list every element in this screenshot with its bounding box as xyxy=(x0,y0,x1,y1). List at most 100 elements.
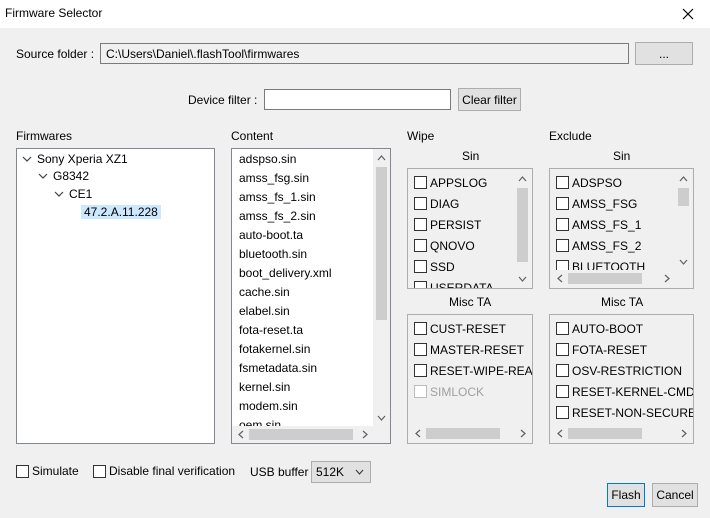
list-item[interactable]: auto-boot.ta xyxy=(239,226,303,245)
list-item[interactable]: elabel.sin xyxy=(239,302,290,321)
scroll-left-icon[interactable] xyxy=(551,270,568,287)
list-item[interactable]: fsmetadata.sin xyxy=(239,359,317,378)
device-filter-input[interactable] xyxy=(264,89,451,110)
checkbox[interactable] xyxy=(556,218,569,231)
scroll-up-icon[interactable] xyxy=(514,170,531,187)
checkbox[interactable] xyxy=(414,281,427,288)
list-item[interactable]: modem.sin xyxy=(239,397,298,416)
checkbox[interactable] xyxy=(556,322,569,335)
checkbox[interactable] xyxy=(414,343,427,356)
list-item[interactable]: amss_fs_2.sin xyxy=(239,207,316,226)
tree-node-model[interactable]: G8342 xyxy=(38,167,89,185)
exclude-misc-item[interactable]: RESET-NON-SECURE-ADB xyxy=(556,402,693,423)
simulate-option[interactable]: Simulate xyxy=(16,464,79,478)
scroll-thumb[interactable] xyxy=(678,188,689,206)
scroll-up-icon[interactable] xyxy=(675,170,692,187)
checkbox[interactable] xyxy=(556,239,569,252)
exclude-misc-list[interactable]: AUTO-BOOT FOTA-RESET OSV-RESTRICTION RES… xyxy=(549,314,694,444)
wipe-sin-item[interactable]: USERDATA xyxy=(414,277,494,288)
checkbox[interactable] xyxy=(414,364,427,377)
content-vertical-scrollbar[interactable] xyxy=(373,149,390,426)
checkbox[interactable] xyxy=(414,239,427,252)
wipe-misc-scrollbar[interactable] xyxy=(409,425,531,442)
wipe-sin-item[interactable]: DIAG xyxy=(414,193,459,214)
exclude-sin-item[interactable]: AMSS_FSG xyxy=(556,193,637,214)
scroll-down-icon[interactable] xyxy=(514,270,531,287)
scroll-thumb[interactable] xyxy=(517,188,528,262)
wipe-sin-list[interactable]: APPSLOG DIAG PERSIST QNOVO SSD USERDATA xyxy=(407,168,533,289)
scroll-up-icon[interactable] xyxy=(373,149,390,166)
scroll-thumb[interactable] xyxy=(568,428,642,439)
checkbox[interactable] xyxy=(556,176,569,189)
close-button[interactable] xyxy=(666,0,710,28)
exclude-misc-scrollbar[interactable] xyxy=(551,425,692,442)
checkbox[interactable] xyxy=(414,176,427,189)
list-item[interactable]: bluetooth.sin xyxy=(239,245,307,264)
checkbox[interactable] xyxy=(414,260,427,273)
checkbox[interactable] xyxy=(556,385,569,398)
exclude-sin-item[interactable]: AMSS_FS_2 xyxy=(556,235,641,256)
exclude-sin-item[interactable]: ADSPSO xyxy=(556,172,622,193)
wipe-sin-item[interactable]: QNOVO xyxy=(414,235,475,256)
scroll-left-icon[interactable] xyxy=(409,425,426,442)
scroll-right-icon[interactable] xyxy=(675,425,692,442)
checkbox[interactable] xyxy=(556,197,569,210)
list-item[interactable]: boot_delivery.xml xyxy=(239,264,331,283)
exclude-misc-item[interactable]: AUTO-BOOT xyxy=(556,318,643,339)
tree-node-device[interactable]: Sony Xperia XZ1 xyxy=(22,150,128,168)
list-item[interactable]: cache.sin xyxy=(239,283,290,302)
checkbox[interactable] xyxy=(414,197,427,210)
wipe-misc-item[interactable]: MASTER-RESET xyxy=(414,339,524,360)
checkbox[interactable] xyxy=(414,218,427,231)
scroll-down-icon[interactable] xyxy=(373,409,390,426)
disable-verification-checkbox[interactable] xyxy=(93,464,106,478)
chevron-down-icon[interactable] xyxy=(22,154,32,164)
exclude-sin-horizontal-scrollbar[interactable] xyxy=(551,270,675,287)
checkbox[interactable] xyxy=(414,322,427,335)
source-folder-path[interactable]: C:\Users\Daniel\.flashTool\firmwares xyxy=(100,43,629,64)
list-item[interactable]: fota-reset.ta xyxy=(239,321,303,340)
list-item[interactable]: fotakernel.sin xyxy=(239,340,310,359)
usb-buffer-select[interactable]: 512K xyxy=(311,461,371,483)
list-item[interactable]: amss_fsg.sin xyxy=(239,169,309,188)
cancel-button[interactable]: Cancel xyxy=(652,483,698,507)
scroll-thumb[interactable] xyxy=(376,167,387,320)
exclude-misc-item[interactable]: OSV-RESTRICTION xyxy=(556,360,682,381)
wipe-misc-list[interactable]: CUST-RESET MASTER-RESET RESET-WIPE-REASO… xyxy=(407,314,533,444)
chevron-down-icon[interactable] xyxy=(38,171,48,181)
list-item[interactable]: amss_fs_1.sin xyxy=(239,188,316,207)
wipe-sin-scrollbar[interactable] xyxy=(514,170,531,287)
exclude-sin-list[interactable]: ADSPSO AMSS_FSG AMSS_FS_1 AMSS_FS_2 BLUE… xyxy=(549,168,694,289)
scroll-thumb[interactable] xyxy=(249,429,353,440)
simulate-checkbox[interactable] xyxy=(16,464,29,478)
exclude-misc-item[interactable]: FOTA-RESET xyxy=(556,339,647,360)
wipe-sin-item[interactable]: SSD xyxy=(414,256,455,277)
wipe-sin-item[interactable]: PERSIST xyxy=(414,214,481,235)
scroll-thumb[interactable] xyxy=(426,428,500,439)
wipe-misc-item[interactable]: CUST-RESET xyxy=(414,318,506,339)
exclude-sin-vertical-scrollbar[interactable] xyxy=(675,170,692,270)
wipe-sin-item[interactable]: APPSLOG xyxy=(414,172,487,193)
scroll-right-icon[interactable] xyxy=(356,426,373,443)
list-item[interactable]: adspso.sin xyxy=(239,150,296,169)
tree-node-version[interactable]: 47.2.A.11.228 xyxy=(81,203,161,221)
wipe-misc-item[interactable]: RESET-WIPE-REASON xyxy=(414,360,532,381)
browse-button[interactable]: ... xyxy=(635,42,693,65)
clear-filter-button[interactable]: Clear filter xyxy=(458,88,521,111)
content-list[interactable]: adspso.sin amss_fsg.sin amss_fs_1.sin am… xyxy=(231,148,391,444)
scroll-down-icon[interactable] xyxy=(675,253,692,270)
flash-button[interactable]: Flash xyxy=(607,483,645,507)
checkbox[interactable] xyxy=(556,343,569,356)
checkbox[interactable] xyxy=(556,364,569,377)
scroll-left-icon[interactable] xyxy=(551,425,568,442)
exclude-misc-item[interactable]: RESET-KERNEL-CMD-DEBUG xyxy=(556,381,693,402)
scroll-thumb[interactable] xyxy=(568,273,642,284)
scroll-left-icon[interactable] xyxy=(232,426,249,443)
firmwares-tree[interactable]: Sony Xperia XZ1 G8342 CE1 47.2.A.11.228 xyxy=(16,148,215,444)
scroll-right-icon[interactable] xyxy=(658,270,675,287)
exclude-sin-item[interactable]: AMSS_FS_1 xyxy=(556,214,641,235)
content-horizontal-scrollbar[interactable] xyxy=(232,426,373,443)
disable-verification-option[interactable]: Disable final verification xyxy=(93,464,235,478)
tree-node-region[interactable]: CE1 xyxy=(54,185,92,203)
checkbox[interactable] xyxy=(556,406,569,419)
